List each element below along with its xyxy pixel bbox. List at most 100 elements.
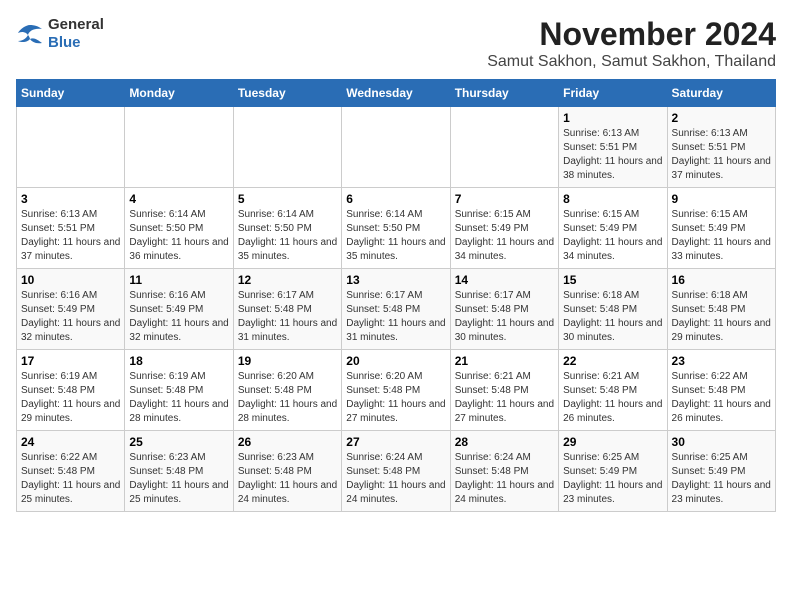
week-row-1: 3Sunrise: 6:13 AM Sunset: 5:51 PM Daylig… — [17, 188, 776, 269]
day-info: Sunrise: 6:20 AM Sunset: 5:48 PM Dayligh… — [346, 370, 445, 426]
day-number: 4 — [129, 192, 228, 206]
day-info: Sunrise: 6:18 AM Sunset: 5:48 PM Dayligh… — [672, 289, 771, 345]
day-info: Sunrise: 6:13 AM Sunset: 5:51 PM Dayligh… — [563, 127, 662, 183]
day-number: 2 — [672, 111, 771, 125]
day-number: 30 — [672, 435, 771, 449]
day-info: Sunrise: 6:24 AM Sunset: 5:48 PM Dayligh… — [455, 451, 554, 507]
day-number: 29 — [563, 435, 662, 449]
day-number: 9 — [672, 192, 771, 206]
week-row-3: 17Sunrise: 6:19 AM Sunset: 5:48 PM Dayli… — [17, 350, 776, 431]
day-number: 10 — [21, 273, 120, 287]
day-cell: 3Sunrise: 6:13 AM Sunset: 5:51 PM Daylig… — [17, 188, 125, 269]
day-number: 5 — [238, 192, 337, 206]
day-cell — [17, 107, 125, 188]
day-number: 21 — [455, 354, 554, 368]
day-info: Sunrise: 6:17 AM Sunset: 5:48 PM Dayligh… — [455, 289, 554, 345]
day-info: Sunrise: 6:13 AM Sunset: 5:51 PM Dayligh… — [672, 127, 771, 183]
day-number: 22 — [563, 354, 662, 368]
day-info: Sunrise: 6:15 AM Sunset: 5:49 PM Dayligh… — [672, 208, 771, 264]
header-cell-thursday: Thursday — [450, 80, 558, 107]
day-cell: 19Sunrise: 6:20 AM Sunset: 5:48 PM Dayli… — [233, 350, 341, 431]
day-cell: 10 Sunrise: 6:16 AM Sunset: 5:49 PM Dayli… — [17, 269, 125, 350]
day-info: Sunrise: 6:21 AM Sunset: 5:48 PM Dayligh… — [563, 370, 662, 426]
header-cell-wednesday: Wednesday — [342, 80, 450, 107]
day-number: 18 — [129, 354, 228, 368]
day-info: Sunrise: 6:15 AM Sunset: 5:49 PM Dayligh… — [563, 208, 662, 264]
day-cell: 25 Sunrise: 6:23 AM Sunset: 5:48 PM Dayli… — [125, 431, 233, 512]
day-cell: 27 Sunrise: 6:24 AM Sunset: 5:48 PM Dayli… — [342, 431, 450, 512]
day-cell — [125, 107, 233, 188]
day-cell: 24 Sunrise: 6:22 AM Sunset: 5:48 PM Dayli… — [17, 431, 125, 512]
day-cell: 5 Sunrise: 6:14 AM Sunset: 5:50 PM Daylig… — [233, 188, 341, 269]
day-info: Sunrise: 6:21 AM Sunset: 5:48 PM Dayligh… — [455, 370, 554, 426]
day-cell: 15 Sunrise: 6:18 AM Sunset: 5:48 PM Dayli… — [559, 269, 667, 350]
day-number: 26 — [238, 435, 337, 449]
day-info: Sunrise: 6:16 AM Sunset: 5:49 PM Dayligh… — [21, 289, 120, 345]
day-info: Sunrise: 6:22 AM Sunset: 5:48 PM Dayligh… — [21, 451, 120, 507]
day-cell: 9 Sunrise: 6:15 AM Sunset: 5:49 PM Daylig… — [667, 188, 775, 269]
day-info: Sunrise: 6:17 AM Sunset: 5:48 PM Dayligh… — [346, 289, 445, 345]
day-number: 8 — [563, 192, 662, 206]
day-cell: 6Sunrise: 6:14 AM Sunset: 5:50 PM Daylig… — [342, 188, 450, 269]
week-row-0: 1 Sunrise: 6:13 AM Sunset: 5:51 PM Daylig… — [17, 107, 776, 188]
main-title: November 2024 — [487, 16, 776, 53]
day-info: Sunrise: 6:22 AM Sunset: 5:48 PM Dayligh… — [672, 370, 771, 426]
week-row-4: 24 Sunrise: 6:22 AM Sunset: 5:48 PM Dayli… — [17, 431, 776, 512]
day-cell — [233, 107, 341, 188]
day-info: Sunrise: 6:23 AM Sunset: 5:48 PM Dayligh… — [129, 451, 228, 507]
logo-icon — [16, 23, 44, 45]
day-number: 27 — [346, 435, 445, 449]
header: General Blue November 2024 Samut Sakhon,… — [16, 16, 776, 71]
calendar-header: SundayMondayTuesdayWednesdayThursdayFrid… — [17, 80, 776, 107]
day-cell: 11Sunrise: 6:16 AM Sunset: 5:49 PM Dayli… — [125, 269, 233, 350]
day-info: Sunrise: 6:24 AM Sunset: 5:48 PM Dayligh… — [346, 451, 445, 507]
day-info: Sunrise: 6:23 AM Sunset: 5:48 PM Dayligh… — [238, 451, 337, 507]
day-cell: 12Sunrise: 6:17 AM Sunset: 5:48 PM Dayli… — [233, 269, 341, 350]
day-number: 14 — [455, 273, 554, 287]
day-info: Sunrise: 6:18 AM Sunset: 5:48 PM Dayligh… — [563, 289, 662, 345]
day-cell — [342, 107, 450, 188]
header-cell-tuesday: Tuesday — [233, 80, 341, 107]
day-cell: 2 Sunrise: 6:13 AM Sunset: 5:51 PM Daylig… — [667, 107, 775, 188]
week-row-2: 10 Sunrise: 6:16 AM Sunset: 5:49 PM Dayli… — [17, 269, 776, 350]
day-number: 1 — [563, 111, 662, 125]
day-info: Sunrise: 6:16 AM Sunset: 5:49 PM Dayligh… — [129, 289, 228, 345]
day-info: Sunrise: 6:25 AM Sunset: 5:49 PM Dayligh… — [563, 451, 662, 507]
day-cell: 26 Sunrise: 6:23 AM Sunset: 5:48 PM Dayli… — [233, 431, 341, 512]
day-number: 12 — [238, 273, 337, 287]
day-info: Sunrise: 6:14 AM Sunset: 5:50 PM Dayligh… — [129, 208, 228, 264]
day-cell: 14 Sunrise: 6:17 AM Sunset: 5:48 PM Dayli… — [450, 269, 558, 350]
day-cell: 22 Sunrise: 6:21 AM Sunset: 5:48 PM Dayli… — [559, 350, 667, 431]
title-area: November 2024 Samut Sakhon, Samut Sakhon… — [487, 16, 776, 71]
day-cell: 20 Sunrise: 6:20 AM Sunset: 5:48 PM Dayli… — [342, 350, 450, 431]
day-cell: 4 Sunrise: 6:14 AM Sunset: 5:50 PM Daylig… — [125, 188, 233, 269]
calendar-body: 1 Sunrise: 6:13 AM Sunset: 5:51 PM Daylig… — [17, 107, 776, 512]
day-cell: 8 Sunrise: 6:15 AM Sunset: 5:49 PM Daylig… — [559, 188, 667, 269]
day-cell: 28 Sunrise: 6:24 AM Sunset: 5:48 PM Dayli… — [450, 431, 558, 512]
day-cell: 30Sunrise: 6:25 AM Sunset: 5:49 PM Dayli… — [667, 431, 775, 512]
day-cell: 1 Sunrise: 6:13 AM Sunset: 5:51 PM Daylig… — [559, 107, 667, 188]
day-info: Sunrise: 6:15 AM Sunset: 5:49 PM Dayligh… — [455, 208, 554, 264]
header-row: SundayMondayTuesdayWednesdayThursdayFrid… — [17, 80, 776, 107]
day-number: 7 — [455, 192, 554, 206]
day-number: 20 — [346, 354, 445, 368]
day-info: Sunrise: 6:14 AM Sunset: 5:50 PM Dayligh… — [238, 208, 337, 264]
day-cell: 13Sunrise: 6:17 AM Sunset: 5:48 PM Dayli… — [342, 269, 450, 350]
day-info: Sunrise: 6:19 AM Sunset: 5:48 PM Dayligh… — [129, 370, 228, 426]
day-cell: 21 Sunrise: 6:21 AM Sunset: 5:48 PM Dayli… — [450, 350, 558, 431]
day-number: 23 — [672, 354, 771, 368]
day-cell: 7 Sunrise: 6:15 AM Sunset: 5:49 PM Daylig… — [450, 188, 558, 269]
day-number: 24 — [21, 435, 120, 449]
logo: General Blue — [16, 16, 104, 52]
day-number: 25 — [129, 435, 228, 449]
day-number: 15 — [563, 273, 662, 287]
day-cell: 29 Sunrise: 6:25 AM Sunset: 5:49 PM Dayli… — [559, 431, 667, 512]
header-cell-sunday: Sunday — [17, 80, 125, 107]
day-number: 6 — [346, 192, 445, 206]
day-cell: 18 Sunrise: 6:19 AM Sunset: 5:48 PM Dayli… — [125, 350, 233, 431]
day-cell: 17Sunrise: 6:19 AM Sunset: 5:48 PM Dayli… — [17, 350, 125, 431]
day-number: 3 — [21, 192, 120, 206]
calendar-table: SundayMondayTuesdayWednesdayThursdayFrid… — [16, 79, 776, 512]
day-number: 28 — [455, 435, 554, 449]
day-info: Sunrise: 6:19 AM Sunset: 5:48 PM Dayligh… — [21, 370, 120, 426]
